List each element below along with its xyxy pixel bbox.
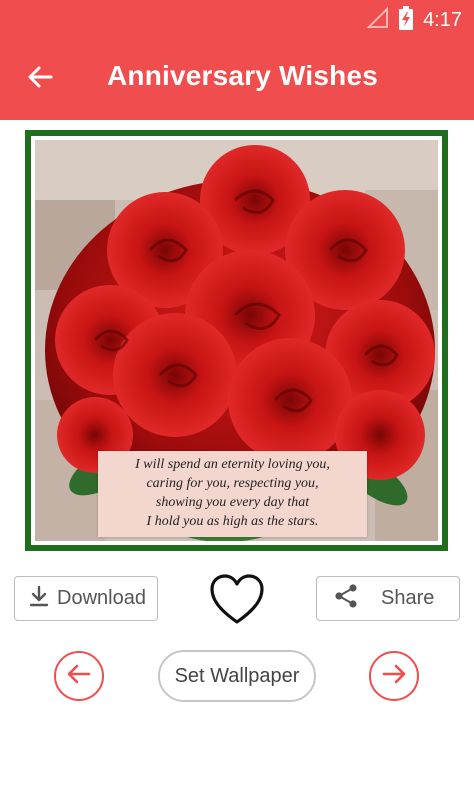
arrow-right-icon bbox=[381, 661, 407, 692]
share-icon bbox=[333, 583, 359, 615]
signal-icon bbox=[366, 6, 389, 34]
quote-text: I will spend an eternity loving you, car… bbox=[98, 451, 367, 537]
app-bar: Anniversary Wishes bbox=[0, 38, 474, 120]
status-time: 4:17 bbox=[423, 9, 462, 31]
quote-line: showing you every day that bbox=[155, 495, 310, 510]
favorite-button[interactable] bbox=[207, 570, 267, 630]
quote-line: caring for you, respecting you, bbox=[146, 476, 319, 491]
battery-charging-icon bbox=[399, 6, 414, 35]
heart-outline-icon bbox=[207, 574, 267, 634]
share-label: Share bbox=[381, 587, 435, 609]
set-wallpaper-label: Set Wallpaper bbox=[174, 664, 300, 687]
arrow-left-icon bbox=[66, 661, 92, 692]
download-icon bbox=[29, 585, 49, 613]
previous-button[interactable] bbox=[54, 651, 104, 701]
download-label: Download bbox=[57, 587, 146, 609]
download-button[interactable]: Download bbox=[14, 576, 158, 621]
page-title: Anniversary Wishes bbox=[107, 60, 379, 91]
status-bar: 4:17 bbox=[0, 0, 474, 38]
status-icons: 4:17 bbox=[366, 6, 462, 35]
next-button[interactable] bbox=[369, 651, 419, 701]
quote-line: I will spend an eternity loving you, bbox=[135, 457, 330, 472]
set-wallpaper-button[interactable]: Set Wallpaper bbox=[158, 650, 316, 702]
quote-line: I hold you as high as the stars. bbox=[146, 514, 319, 529]
back-button[interactable] bbox=[22, 61, 58, 97]
back-arrow-icon bbox=[27, 64, 53, 95]
share-button[interactable]: Share bbox=[316, 576, 460, 621]
